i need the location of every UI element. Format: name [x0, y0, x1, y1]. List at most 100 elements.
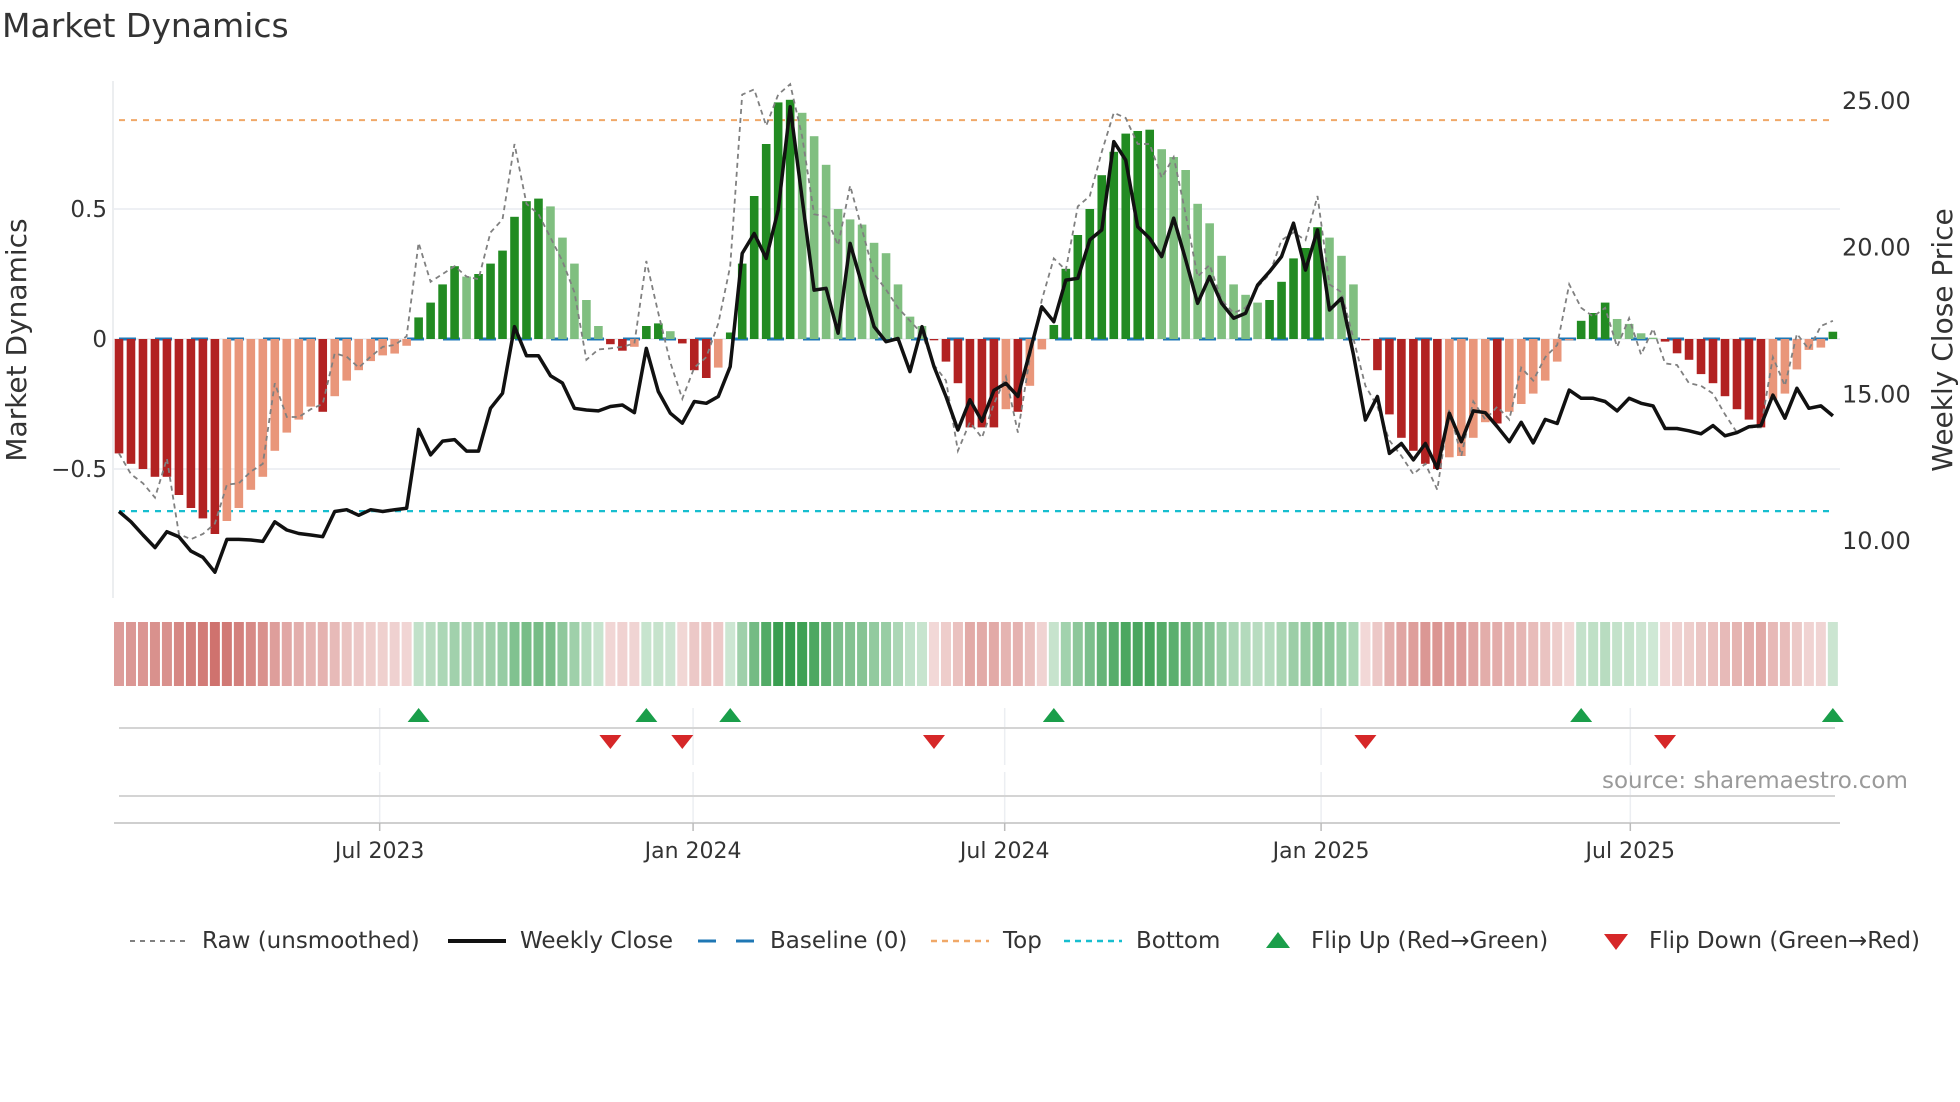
heat-strip-cell — [593, 622, 604, 686]
heat-strip-cell — [365, 622, 376, 686]
momentum-bar — [1768, 339, 1778, 399]
heat-strip-cell — [1492, 622, 1503, 686]
heat-strip-cell — [964, 622, 975, 686]
flip-up-marker — [719, 708, 742, 722]
heat-strip-cell — [401, 622, 412, 686]
heat-strip-cell — [1012, 622, 1023, 686]
flip-down-marker — [1354, 735, 1377, 749]
momentum-bar — [474, 274, 483, 339]
heat-strip-cell — [617, 622, 628, 686]
momentum-bar — [1193, 203, 1202, 339]
momentum-bar — [114, 339, 124, 454]
heat-strip-cell — [1636, 622, 1647, 686]
raw-unsmoothed-line — [118, 82, 1834, 541]
momentum-bar — [677, 339, 687, 344]
momentum-bar — [450, 266, 459, 339]
heat-strip-cell — [1228, 622, 1239, 686]
triangle-up-icon — [1266, 932, 1290, 948]
momentum-bar — [1588, 313, 1598, 339]
triangle-down-icon — [1604, 934, 1628, 950]
heat-strip-cell — [629, 622, 640, 686]
heat-strip-cell — [1684, 622, 1695, 686]
heat-strip-cell — [665, 622, 676, 686]
momentum-bar — [1289, 258, 1298, 339]
heat-strip-cell — [281, 622, 292, 686]
momentum-bar — [1612, 318, 1622, 339]
flip-up-marker — [635, 708, 658, 722]
legend-item-baseline: Baseline (0) — [698, 924, 907, 958]
heat-strip-cell — [1216, 622, 1227, 686]
momentum-bar — [821, 164, 831, 339]
y-axis-title: Market Dynamics — [0, 218, 33, 461]
momentum-bar — [965, 339, 975, 428]
heat-strip-cell — [221, 622, 232, 686]
heat-strip-cell — [1468, 622, 1479, 686]
heat-strip-cell — [197, 622, 208, 686]
heat-strip-cell — [940, 622, 951, 686]
heat-strip-cell — [1456, 622, 1467, 686]
heat-strip-cell — [1048, 622, 1059, 686]
heat-strip-cell — [1096, 622, 1107, 686]
heat-strip-cell — [1827, 622, 1838, 686]
heat-strip-cell — [1755, 622, 1766, 686]
raw-dashed-line-icon — [130, 940, 188, 942]
momentum-bar — [654, 323, 663, 339]
momentum-bar — [330, 339, 340, 397]
heat-strip-cell — [461, 622, 472, 686]
y2-tick-label: 10.00 — [1842, 527, 1911, 555]
heat-strip — [114, 622, 1838, 686]
momentum-bar — [1540, 339, 1550, 381]
heat-strip-cell — [1660, 622, 1671, 686]
momentum-bar — [162, 339, 172, 477]
momentum-bar — [1780, 339, 1790, 394]
heat-strip-cell — [1372, 622, 1383, 686]
momentum-bar — [174, 339, 184, 495]
momentum-bar — [150, 339, 160, 477]
momentum-bar — [1672, 339, 1682, 354]
momentum-bar — [426, 302, 435, 339]
legend: Raw (unsmoothed) Weekly Close Baseline (… — [0, 924, 1960, 958]
momentum-bar — [881, 253, 891, 339]
heat-strip-cell — [773, 622, 784, 686]
heat-strip-cell — [305, 622, 316, 686]
legend-label-top: Top — [1003, 928, 1042, 954]
heat-strip-cell — [976, 622, 987, 686]
heat-strip-cell — [952, 622, 963, 686]
momentum-bar — [522, 201, 531, 339]
flip-down-marker — [599, 735, 622, 749]
momentum-bar — [1744, 339, 1754, 420]
momentum-bar — [1504, 339, 1514, 412]
heat-strip-cell — [1408, 622, 1419, 686]
heat-strip-cell — [437, 622, 448, 686]
heat-strip-cell — [1767, 622, 1778, 686]
momentum-bar — [941, 339, 951, 362]
heat-strip-cell — [1000, 622, 1011, 686]
heat-strip-cell — [1648, 622, 1659, 686]
momentum-bar — [989, 339, 999, 428]
heat-strip-cell — [1708, 622, 1719, 686]
momentum-bar — [462, 276, 471, 339]
heat-strip-cell — [1576, 622, 1587, 686]
solid-line-icon — [448, 939, 506, 943]
momentum-bar — [222, 339, 232, 521]
momentum-bar — [198, 339, 208, 519]
heat-strip-cell — [1252, 622, 1263, 686]
y2-axis-title: Weekly Close Price — [1926, 208, 1959, 471]
heat-strip-cell — [125, 622, 136, 686]
heat-strip-cell — [701, 622, 712, 686]
heat-strip-cell — [905, 622, 916, 686]
heat-strip-cell — [785, 622, 796, 686]
heat-strip-cell — [809, 622, 820, 686]
momentum-bar — [570, 263, 579, 339]
momentum-bar — [486, 263, 495, 339]
heat-strip-cell — [641, 622, 652, 686]
momentum-bar — [1013, 339, 1023, 412]
heat-strip-cell — [857, 622, 868, 686]
heat-strip-cell — [1540, 622, 1551, 686]
y2-tick-label: 20.00 — [1842, 234, 1911, 262]
heat-strip-cell — [1240, 622, 1251, 686]
heat-strip-cell — [713, 622, 724, 686]
heat-strip-cell — [353, 622, 364, 686]
heat-strip-cell — [173, 622, 184, 686]
momentum-bar — [642, 326, 651, 339]
